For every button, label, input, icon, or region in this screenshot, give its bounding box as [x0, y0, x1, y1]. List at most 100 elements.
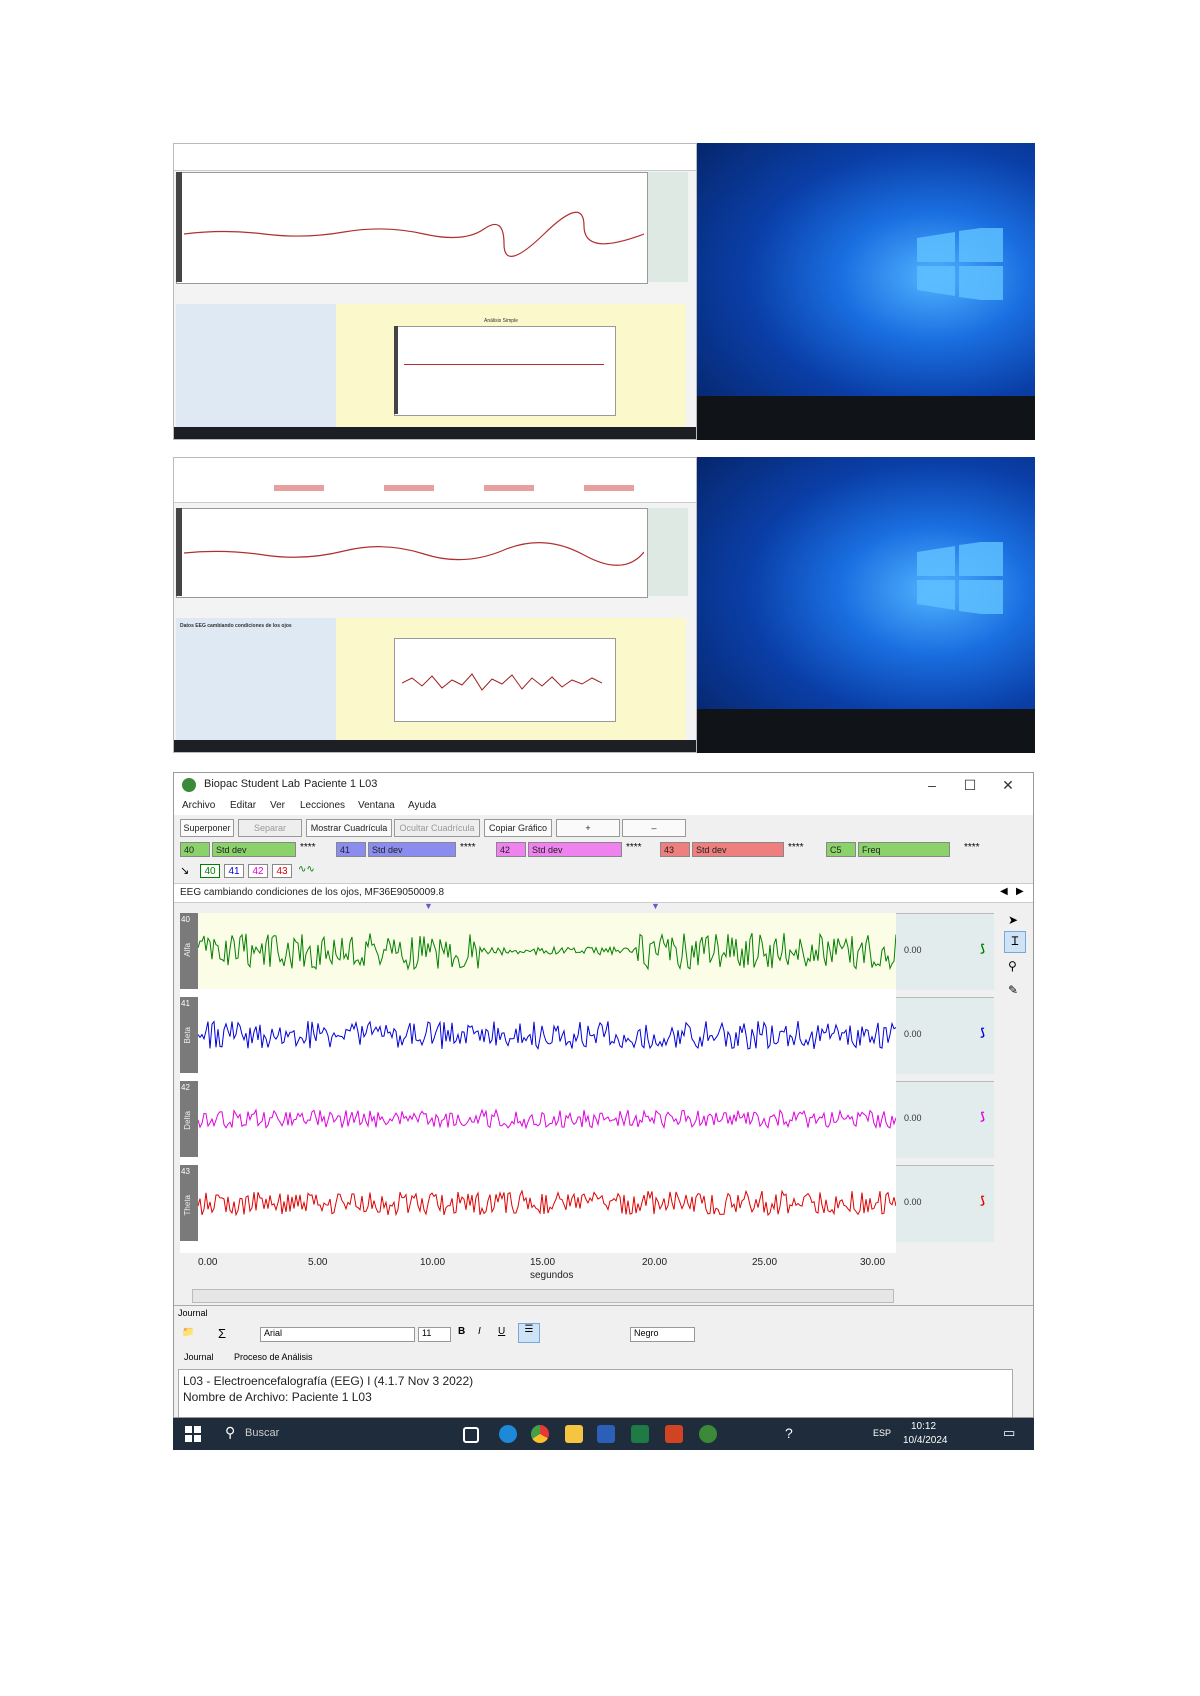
maximize-button[interactable]: ☐: [952, 775, 988, 795]
channel-name: Alfa: [183, 943, 192, 957]
chrome-icon[interactable]: [531, 1425, 549, 1443]
italic-button[interactable]: I: [478, 1326, 481, 1337]
powerpoint-icon[interactable]: [665, 1425, 683, 1443]
x-tick: 10.00: [420, 1257, 446, 1268]
separar-button[interactable]: Separar: [238, 819, 302, 837]
font-color-select[interactable]: Negro: [630, 1327, 695, 1342]
channel-select-43[interactable]: 43: [660, 842, 690, 857]
arrow-tool-icon[interactable]: ➤: [1008, 913, 1018, 927]
folder-icon[interactable]: 📁: [182, 1327, 194, 1338]
horizontal-scrollbar[interactable]: [192, 1289, 894, 1303]
x-tick: 25.00: [752, 1257, 778, 1268]
channel-43-theta: 43 Theta: [180, 1165, 896, 1241]
function-select-41[interactable]: Std dev: [368, 842, 456, 857]
tab-proceso-de-analisis[interactable]: Proceso de Análisis: [234, 1352, 313, 1362]
edge-icon[interactable]: [499, 1425, 517, 1443]
clock-time[interactable]: 10:12: [911, 1421, 936, 1432]
channel-number: 42: [181, 1083, 190, 1092]
event-marker-icon[interactable]: ▼: [651, 901, 660, 911]
ibeam-tool-icon[interactable]: Ɪ: [1004, 931, 1026, 953]
segment-label: EEG cambiando condiciones de los ojos, M…: [180, 887, 445, 898]
function-select-c5[interactable]: Freq: [858, 842, 950, 857]
close-button[interactable]: ✕: [990, 775, 1026, 795]
language-indicator[interactable]: ESP: [873, 1428, 891, 1438]
scale-value: 0.00: [904, 1113, 922, 1123]
word-icon[interactable]: [597, 1425, 615, 1443]
search-box[interactable]: Buscar: [245, 1427, 279, 1439]
underline-button[interactable]: U: [498, 1326, 505, 1337]
tag-40[interactable]: 40: [200, 864, 220, 878]
tab-journal[interactable]: Journal: [184, 1352, 214, 1362]
file-explorer-icon[interactable]: [565, 1425, 583, 1443]
copiar-grafico-button[interactable]: Copiar Gráfico: [484, 819, 552, 837]
menu-editar[interactable]: Editar: [230, 800, 256, 811]
measurement-value-41: ****: [460, 842, 476, 853]
zoom-in-button[interactable]: +: [556, 819, 620, 837]
segment-marker-bar: EEG cambiando condiciones de los ojos, M…: [174, 883, 1033, 903]
channel-number: 43: [181, 1167, 190, 1176]
tag-41[interactable]: 41: [224, 864, 244, 878]
tag-42[interactable]: 42: [248, 864, 268, 878]
measurement-value-42: ****: [626, 842, 642, 853]
search-icon[interactable]: ⚲: [225, 1424, 235, 1441]
x-tick: 0.00: [198, 1257, 218, 1268]
function-select-43[interactable]: Std dev: [692, 842, 784, 857]
zoom-out-button[interactable]: –: [622, 819, 686, 837]
measurement-value-c5: ****: [964, 842, 980, 853]
notifications-icon[interactable]: ▭: [1003, 1425, 1015, 1441]
tag-43[interactable]: 43: [272, 864, 292, 878]
eeg-trace-theta: [198, 1189, 896, 1217]
scale-panel-43: 0.00 ⟆: [896, 1165, 994, 1242]
menu-lecciones[interactable]: Lecciones: [300, 800, 345, 811]
channel-select-40[interactable]: 40: [180, 842, 210, 857]
scale-panel-41: 0.00 ⟆: [896, 997, 994, 1074]
x-axis: 0.00 5.00 10.00 15.00 20.00 25.00 30.00 …: [180, 1255, 896, 1289]
cursor-tool-icon[interactable]: ↘: [180, 864, 189, 877]
event-marker-icon[interactable]: ▼: [424, 901, 433, 911]
channel-select-42[interactable]: 42: [496, 842, 526, 857]
help-icon[interactable]: ?: [785, 1425, 793, 1441]
excel-icon[interactable]: [631, 1425, 649, 1443]
thumbnail-app-window: Datos EEG cambiando condiciones de los o…: [173, 457, 697, 753]
sum-icon[interactable]: Σ: [218, 1326, 226, 1341]
scroll-right-icon[interactable]: ▶: [1016, 886, 1024, 897]
pencil-tool-icon[interactable]: ✎: [1008, 983, 1018, 997]
superponer-button[interactable]: Superponer: [180, 819, 234, 837]
title-bar: Biopac Student Lab Paciente 1 L03 – ☐ ✕: [174, 773, 1033, 797]
thumbnail-app-window: Análisis Simple: [173, 143, 697, 440]
channel-name: Beta: [183, 1027, 192, 1044]
biopac-icon[interactable]: [699, 1425, 717, 1443]
menu-archivo[interactable]: Archivo: [182, 800, 215, 811]
measurement-value-43: ****: [788, 842, 804, 853]
scroll-left-icon[interactable]: ◀: [1000, 886, 1008, 897]
function-select-40[interactable]: Std dev: [212, 842, 296, 857]
scale-value: 0.00: [904, 1197, 922, 1207]
menu-ver[interactable]: Ver: [270, 800, 285, 811]
eeg-trace-beta: [198, 1020, 896, 1050]
clock-date[interactable]: 10/4/2024: [903, 1435, 948, 1446]
minimize-button[interactable]: –: [914, 775, 950, 795]
font-size-select[interactable]: 11: [418, 1327, 451, 1342]
scale-value: 0.00: [904, 945, 922, 955]
mostrar-cuadricula-button[interactable]: Mostrar Cuadrícula: [306, 819, 392, 837]
journal-line: L03 - Electroencefalografía (EEG) I (4.1…: [183, 1374, 474, 1388]
eeg-trace-delta: [198, 1108, 896, 1130]
channel-number: 40: [181, 915, 190, 924]
menu-ayuda[interactable]: Ayuda: [408, 800, 436, 811]
function-select-42[interactable]: Std dev: [528, 842, 622, 857]
align-left-button[interactable]: ☰: [518, 1323, 540, 1343]
zoom-tool-icon[interactable]: ⚲: [1008, 959, 1017, 973]
screenshot-thumbnail-2: Datos EEG cambiando condiciones de los o…: [173, 457, 1035, 753]
font-name-select[interactable]: Arial: [260, 1327, 415, 1342]
x-tick: 5.00: [308, 1257, 328, 1268]
channel-select-41[interactable]: 41: [336, 842, 366, 857]
toolbar: Superponer Separar Mostrar Cuadrícula Oc…: [174, 817, 1033, 839]
taskview-icon[interactable]: [463, 1427, 479, 1443]
journal-text-area[interactable]: L03 - Electroencefalografía (EEG) I (4.1…: [178, 1369, 1013, 1417]
bold-button[interactable]: B: [458, 1326, 465, 1337]
channel-select-c5[interactable]: C5: [826, 842, 856, 857]
ocultar-cuadricula-button[interactable]: Ocultar Cuadrícula: [394, 819, 480, 837]
menu-ventana[interactable]: Ventana: [358, 800, 395, 811]
start-icon[interactable]: [185, 1426, 201, 1442]
plot-area: 40 Alfa 41 Beta 42 Delta 43 Theta: [180, 913, 896, 1253]
